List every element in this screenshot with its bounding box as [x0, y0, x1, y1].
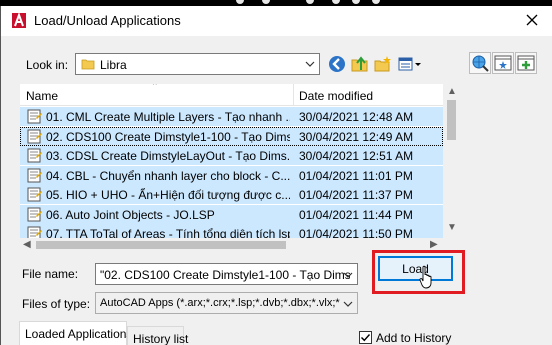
- chevron-down-icon[interactable]: [343, 270, 353, 280]
- file-row[interactable]: 01. CML Create Multiple Layers - Tạo nha…: [20, 107, 443, 126]
- scroll-down-icon[interactable]: ▼: [447, 222, 457, 233]
- views-menu-icon: [398, 57, 421, 71]
- file-date: 30/04/2021 12:48 AM: [299, 110, 414, 124]
- add-startup-button[interactable]: [515, 52, 537, 74]
- checkmark-icon: [361, 334, 371, 342]
- lisp-file-icon: [27, 168, 42, 182]
- file-row[interactable]: 04. CBL - Chuyển nhanh layer cho block -…: [20, 165, 443, 185]
- sort-caret-icon: ⌃: [151, 84, 159, 91]
- file-date: 30/04/2021 12:49 AM: [299, 129, 414, 144]
- file-row[interactable]: 05. HIO + UHO - Ẩn+Hiện đối tượng được c…: [20, 185, 443, 204]
- file-row[interactable]: 07. TTA ToTal of Areas - Tính tổng diện …: [20, 224, 443, 238]
- vertical-scroll-thumb[interactable]: [447, 100, 456, 140]
- folder-icon: [81, 59, 95, 70]
- column-header-name[interactable]: Name: [26, 89, 58, 103]
- filetype-dropdown[interactable]: AutoCAD Apps (*.arx;*.crx;*.lsp;*.dvb;*.…: [95, 292, 358, 314]
- new-folder-button[interactable]: [373, 54, 393, 74]
- tab-loaded-applications[interactable]: Loaded Applications: [19, 321, 132, 345]
- filetype-label: Files of type:: [22, 297, 91, 311]
- horizontal-scroll-thumb[interactable]: [36, 241, 286, 249]
- file-date: 30/04/2021 12:51 AM: [299, 149, 414, 163]
- search-web-icon: [472, 55, 489, 72]
- load-unload-dialog: Load/Unload Applications Look in: Libra: [0, 6, 552, 345]
- add-startup-icon: [517, 55, 535, 71]
- lookin-label: Look in:: [26, 58, 69, 72]
- chevron-down-icon: [305, 61, 315, 67]
- mouse-pointer-icon: [419, 265, 432, 289]
- list-header: ⌃ Name Date modified: [20, 84, 443, 106]
- views-menu-button[interactable]: [397, 54, 423, 74]
- lookin-value: Libra: [100, 58, 127, 72]
- file-name: 06. Auto Joint Objects - JO.LSP: [46, 207, 215, 222]
- scroll-up-icon[interactable]: ▲: [447, 86, 457, 97]
- add-favorites-icon: [494, 55, 512, 71]
- dialog-title: Load/Unload Applications: [34, 13, 181, 28]
- filename-value: "02. CDS100 Create Dimstyle1-100 - Tạo D…: [100, 268, 350, 282]
- file-name: 04. CBL - Chuyển nhanh layer cho block -…: [46, 168, 290, 183]
- title-bar[interactable]: Load/Unload Applications: [1, 6, 552, 36]
- file-name: 07. TTA ToTal of Areas - Tính tổng diện …: [46, 227, 290, 238]
- load-button[interactable]: Load: [378, 256, 453, 281]
- back-button[interactable]: [327, 54, 347, 74]
- autocad-a-icon: [12, 13, 26, 28]
- add-favorites-button[interactable]: [492, 52, 514, 74]
- lisp-file-icon: [27, 207, 42, 221]
- back-icon: [329, 56, 345, 72]
- vertical-scrollbar[interactable]: ▲ ▼: [443, 84, 460, 238]
- lisp-file-icon: [27, 109, 42, 124]
- up-folder-icon: [351, 56, 368, 72]
- up-folder-button[interactable]: [350, 54, 370, 74]
- tab-history-list[interactable]: History list: [127, 326, 188, 345]
- file-date: 01/04/2021 11:44 PM: [299, 207, 413, 222]
- file-name: 02. CDS100 Create Dimstyle1-100 - Tạo Di…: [46, 129, 290, 144]
- lisp-file-icon: [27, 226, 42, 238]
- close-icon[interactable]: [524, 12, 540, 28]
- file-row[interactable]: 02. CDS100 Create Dimstyle1-100 - Tạo Di…: [20, 126, 443, 146]
- file-row[interactable]: 06. Auto Joint Objects - JO.LSP 01/04/202…: [20, 204, 443, 224]
- lisp-file-icon: [27, 187, 42, 202]
- file-name: 03. CDSL Create DimstyleLayOut - Tạo Dim…: [46, 149, 290, 163]
- lookin-dropdown[interactable]: Libra: [75, 53, 320, 75]
- file-row[interactable]: 03. CDSL Create DimstyleLayOut - Tạo Dim…: [20, 146, 443, 165]
- chevron-down-icon: [343, 301, 353, 307]
- column-divider[interactable]: [293, 84, 294, 106]
- scroll-right-icon[interactable]: ▶: [430, 239, 438, 250]
- lisp-file-icon: [27, 148, 42, 163]
- file-name: 05. HIO + UHO - Ẩn+Hiện đối tượng được c…: [46, 188, 290, 202]
- add-to-history-checkbox[interactable]: [359, 331, 372, 344]
- add-to-history-label: Add to History: [376, 331, 452, 345]
- search-web-button[interactable]: [469, 52, 491, 74]
- filename-field[interactable]: "02. CDS100 Create Dimstyle1-100 - Tạo D…: [95, 263, 358, 285]
- file-date: 01/04/2021 11:37 PM: [299, 188, 413, 202]
- filename-label: File name:: [22, 267, 79, 281]
- new-folder-icon: [374, 56, 391, 72]
- file-date: 01/04/2021 11:01 PM: [299, 168, 413, 183]
- file-date: 01/04/2021 11:50 PM: [299, 227, 413, 238]
- lisp-file-icon: [27, 129, 42, 143]
- column-header-date[interactable]: Date modified: [299, 89, 373, 103]
- file-name: 01. CML Create Multiple Layers - Tạo nha…: [46, 110, 290, 124]
- scroll-left-icon[interactable]: ◀: [23, 239, 31, 250]
- filetype-value: AutoCAD Apps (*.arx;*.crx;*.lsp;*.dvb;*.…: [100, 297, 340, 309]
- file-list[interactable]: ⌃ Name Date modified 01. CML Create Mult…: [20, 84, 460, 238]
